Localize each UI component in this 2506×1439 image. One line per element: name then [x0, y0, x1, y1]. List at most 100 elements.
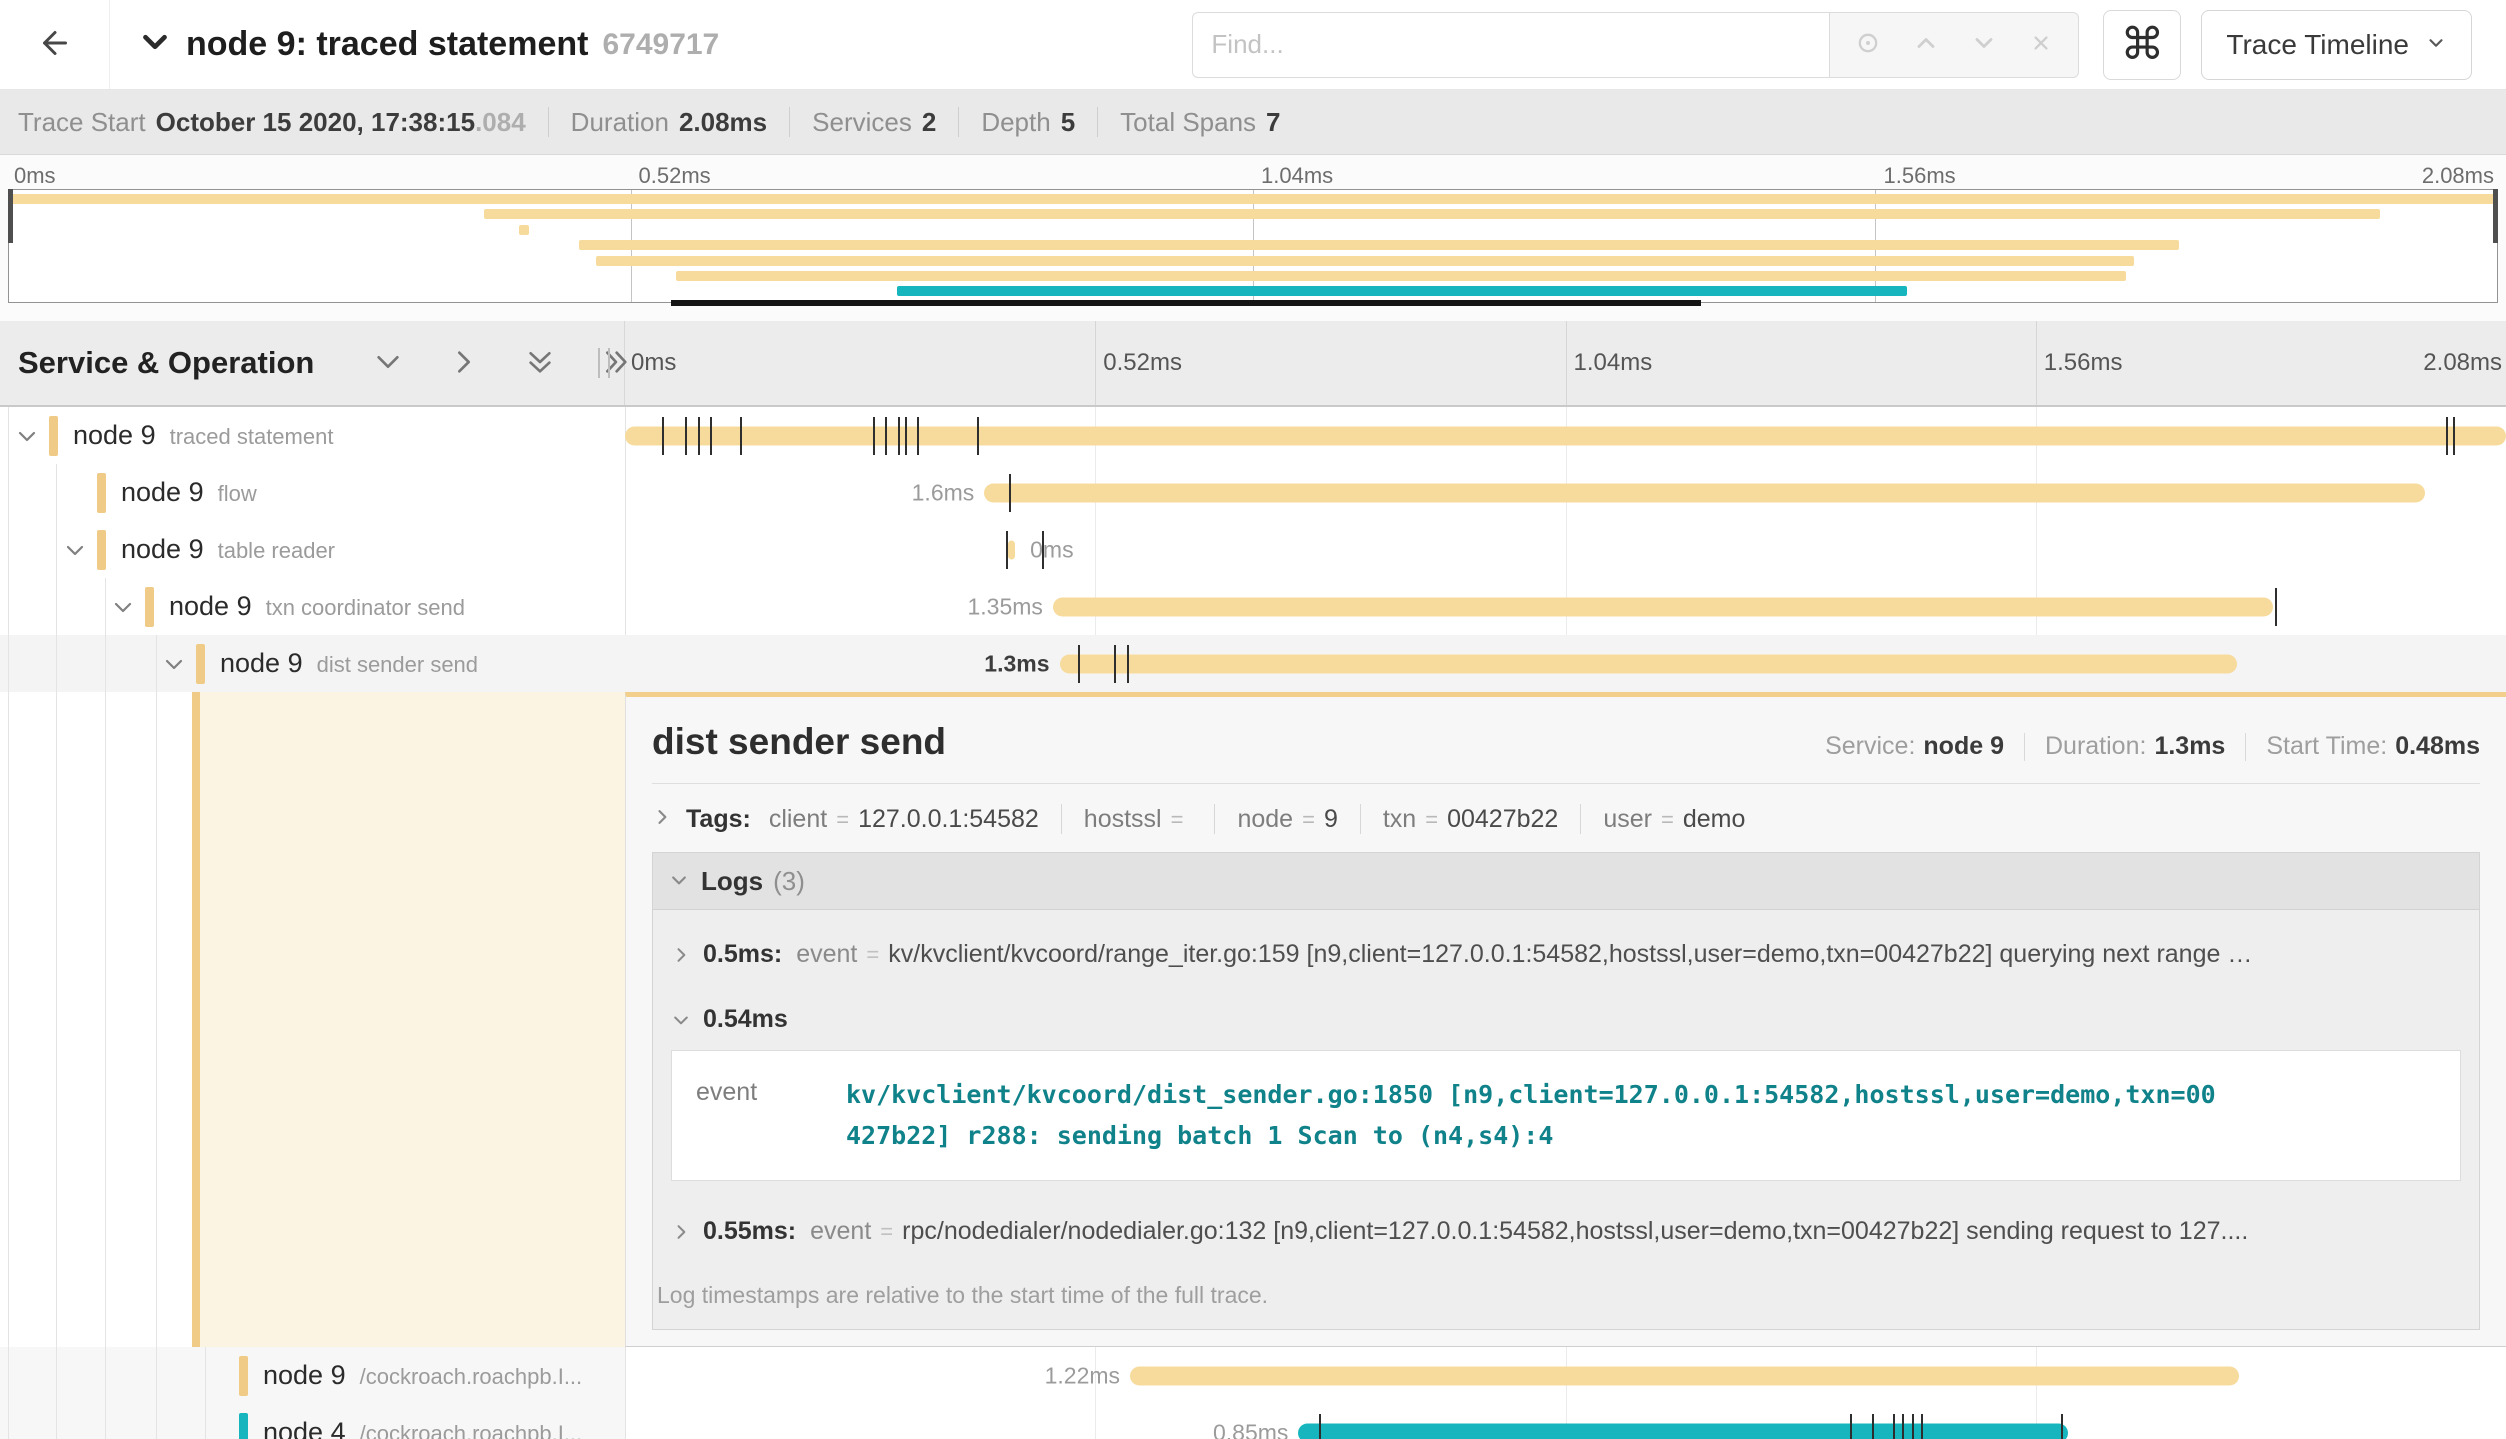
- minimap-scroll-indicator[interactable]: [671, 300, 1701, 306]
- focus-match-button[interactable]: [1854, 29, 1882, 60]
- minimap-span-bar: [484, 209, 2380, 219]
- locate-icon: [1854, 29, 1882, 60]
- span-log-tick: [1872, 1414, 1874, 1439]
- span-service-name: node 9: [73, 420, 156, 451]
- back-button[interactable]: [0, 0, 110, 89]
- minimap-viewport[interactable]: [8, 189, 2498, 303]
- indent-guide: [56, 1347, 57, 1404]
- expand-one-button[interactable]: [448, 346, 480, 381]
- prev-match-button[interactable]: [1912, 29, 1940, 60]
- divider: [1360, 804, 1361, 834]
- span-color-marker: [145, 587, 154, 627]
- span-log-tick: [1319, 1414, 1321, 1439]
- minimap-right-handle[interactable]: [2493, 189, 2498, 243]
- keyboard-shortcuts-button[interactable]: ⌘: [2103, 10, 2181, 80]
- ruler-gridline: [1566, 321, 1567, 405]
- log-field-key: event: [696, 1075, 846, 1156]
- span-duration-label: 0ms: [1030, 536, 1073, 563]
- span-operation-name: /cockroach.roachpb.I...: [360, 1364, 583, 1390]
- span-gantt-cell[interactable]: 0ms: [625, 521, 2506, 578]
- service-operation-header: Service & Operation: [0, 321, 625, 405]
- equals-sign: =: [1661, 807, 1674, 833]
- collapse-all-button[interactable]: [524, 346, 556, 381]
- minimap-left-handle[interactable]: [8, 189, 13, 243]
- meta-value: 0.48ms: [2395, 732, 2480, 761]
- span-detail-header: dist sender send Service: node 9 Duratio…: [652, 697, 2480, 763]
- timeline-ruler: 0ms0.52ms1.04ms1.56ms2.08ms: [625, 321, 2506, 405]
- minimap-span-bar: [897, 286, 1907, 296]
- clear-search-button[interactable]: [2028, 30, 2054, 59]
- column-resize-grip[interactable]: [598, 348, 610, 378]
- logs-header[interactable]: Logs (3): [653, 853, 2479, 910]
- tag-key: txn: [1383, 805, 1416, 834]
- span-expander-chevron-icon[interactable]: [63, 538, 87, 562]
- span-row[interactable]: node 9 dist sender send 1.3ms: [0, 635, 2506, 692]
- span-duration-label: 1.3ms: [984, 650, 1049, 677]
- tag-key: node: [1237, 805, 1293, 834]
- tags-row[interactable]: Tags: client=127.0.0.1:54582hostssl=node…: [652, 784, 2480, 846]
- span-gantt-cell[interactable]: [625, 407, 2506, 464]
- span-row[interactable]: node 9txn coordinator send1.35ms: [0, 578, 2506, 635]
- span-detail-title: dist sender send: [652, 721, 946, 763]
- span-service-name: node 9: [220, 648, 303, 679]
- span-name-cell[interactable]: node 9 traced statement: [0, 407, 625, 464]
- log-field-key: event: [796, 940, 857, 969]
- collapse-one-button[interactable]: [372, 346, 404, 381]
- ruler-tick-label: 2.08ms: [2422, 163, 2494, 189]
- span-row[interactable]: node 9 traced statement: [0, 407, 2506, 464]
- ruler-tick-label: 1.04ms: [1574, 349, 1653, 377]
- span-row[interactable]: node 4/cockroach.roachpb.I...0.85ms: [0, 1404, 2506, 1439]
- chevron-down-icon: [669, 866, 689, 897]
- span-bar[interactable]: [1298, 1423, 2067, 1439]
- chevron-up-icon: [1912, 29, 1940, 60]
- span-expander-chevron-icon[interactable]: [162, 652, 186, 676]
- ruler-tick-label: 1.56ms: [1884, 163, 1956, 189]
- span-gantt-cell[interactable]: 0.85ms: [625, 1404, 2506, 1439]
- next-match-button[interactable]: [1970, 29, 1998, 60]
- log-fields-table: eventkv/kvclient/kvcoord/dist_sender.go:…: [671, 1050, 2461, 1181]
- span-expander-chevron-icon[interactable]: [111, 595, 135, 619]
- service-operation-title: Service & Operation: [18, 345, 314, 381]
- span-duration-label: 1.6ms: [912, 479, 975, 506]
- ruler-gridline: [1095, 321, 1096, 405]
- span-operation-name: traced statement: [170, 424, 334, 450]
- span-bar[interactable]: [1053, 597, 2273, 616]
- trace-view-selector[interactable]: Trace Timeline: [2201, 10, 2472, 80]
- trace-collapse-toggle[interactable]: [136, 23, 174, 66]
- find-input[interactable]: [1192, 12, 1829, 78]
- span-name-cell[interactable]: node 9flow: [0, 464, 625, 521]
- span-bar[interactable]: [984, 483, 2425, 502]
- span-color-marker: [49, 416, 58, 456]
- span-name-cell[interactable]: node 9txn coordinator send: [0, 578, 625, 635]
- span-expander-chevron-icon[interactable]: [15, 424, 39, 448]
- span-gantt-cell[interactable]: 1.22ms: [625, 1347, 2506, 1404]
- span-gantt-cell[interactable]: 1.3ms: [625, 635, 2506, 692]
- span-bar[interactable]: [1008, 540, 1016, 559]
- span-row[interactable]: node 9/cockroach.roachpb.I...1.22ms: [0, 1347, 2506, 1404]
- span-gantt-cell[interactable]: 1.35ms: [625, 578, 2506, 635]
- log-entry-row[interactable]: 0.5ms:event=kv/kvclient/kvcoord/range_it…: [671, 918, 2461, 991]
- summary-label: Services: [812, 107, 912, 138]
- span-gantt-cell[interactable]: 1.6ms: [625, 464, 2506, 521]
- span-bar[interactable]: [1130, 1366, 2239, 1385]
- span-name-cell[interactable]: node 9 dist sender send: [0, 635, 625, 692]
- log-entry-row[interactable]: 0.55ms:event=rpc/nodedialer/nodedialer.g…: [671, 1195, 2461, 1268]
- ruler-tick-label: 1.56ms: [2044, 349, 2123, 377]
- log-entry-expanded-header[interactable]: 0.54ms: [671, 991, 2461, 1044]
- indent-guide: [8, 407, 9, 464]
- span-bar[interactable]: [1060, 654, 2238, 673]
- indent-guide: [105, 635, 106, 692]
- span-name-cell[interactable]: node 9/cockroach.roachpb.I...: [0, 1347, 625, 1404]
- command-icon: ⌘: [2120, 19, 2164, 70]
- span-name-cell[interactable]: node 9table reader: [0, 521, 625, 578]
- span-name-cell[interactable]: node 4/cockroach.roachpb.I...: [0, 1404, 625, 1439]
- indent-guide: [156, 1404, 157, 1439]
- log-field-value: rpc/nodedialer/nodedialer.go:132 [n9,cli…: [902, 1217, 2248, 1246]
- span-log-tick: [1850, 1414, 1852, 1439]
- span-service-name: node 9: [121, 534, 204, 565]
- span-row[interactable]: node 9table reader 0ms: [0, 521, 2506, 578]
- indent-guide: [8, 1404, 9, 1439]
- span-operation-name: dist sender send: [317, 652, 478, 678]
- span-row[interactable]: node 9flow 1.6ms: [0, 464, 2506, 521]
- equals-sign: =: [836, 807, 849, 833]
